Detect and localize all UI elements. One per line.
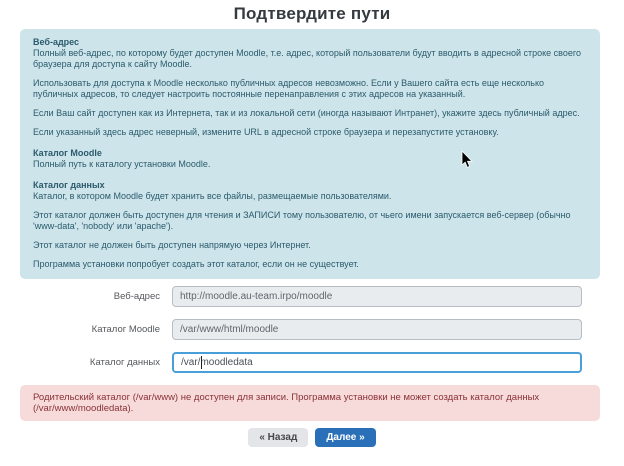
info-heading-moodle-directory: Каталог Moodle bbox=[33, 148, 587, 159]
info-section-moodle-directory: Каталог Moodle Полный путь к каталогу ус… bbox=[33, 148, 587, 170]
info-heading-web-address: Веб-адрес bbox=[33, 37, 587, 48]
mouse-cursor-icon bbox=[461, 151, 473, 169]
web-address-label: Веб-адрес bbox=[20, 291, 160, 302]
web-address-input[interactable] bbox=[172, 286, 582, 307]
error-message: Родительский каталог (/var/www) не досту… bbox=[33, 392, 539, 414]
info-paragraph: Этот каталог должен быть доступен для чт… bbox=[33, 210, 587, 232]
info-heading-data-directory: Каталог данных bbox=[33, 180, 587, 191]
data-directory-input-wrap bbox=[172, 352, 582, 373]
next-button[interactable]: Далее » bbox=[315, 428, 375, 447]
paths-form: Веб-адрес Каталог Moodle Каталог данных bbox=[20, 286, 624, 373]
error-alert: Родительский каталог (/var/www) не досту… bbox=[20, 385, 600, 421]
back-button[interactable]: « Назад bbox=[248, 428, 308, 447]
moodle-install-confirm-paths-page: Подтвердите пути Веб-адрес Полный веб-ад… bbox=[0, 0, 624, 447]
form-row-moodle-directory: Каталог Moodle bbox=[20, 319, 624, 340]
info-paragraph: Этот каталог не должен быть доступен нап… bbox=[33, 240, 587, 251]
text-caret bbox=[201, 356, 202, 369]
page-title: Подтвердите пути bbox=[0, 0, 624, 24]
info-paragraph: Каталог, в котором Moodle будет хранить … bbox=[33, 191, 587, 202]
data-directory-input[interactable] bbox=[172, 352, 582, 373]
info-paragraph: Полный путь к каталогу установки Moodle. bbox=[33, 159, 587, 170]
info-paragraph: Если указанный здесь адрес неверный, изм… bbox=[33, 127, 587, 138]
info-paragraph: Программа установки попробует создать эт… bbox=[33, 259, 587, 270]
paths-info-box: Веб-адрес Полный веб-адрес, по которому … bbox=[20, 29, 600, 279]
form-row-web-address: Веб-адрес bbox=[20, 286, 624, 307]
info-paragraph: Использовать для доступа к Moodle нескол… bbox=[33, 78, 587, 100]
moodle-directory-label: Каталог Moodle bbox=[20, 324, 160, 335]
info-section-data-directory: Каталог данных Каталог, в котором Moodle… bbox=[33, 180, 587, 270]
form-row-data-directory: Каталог данных bbox=[20, 352, 624, 373]
info-section-web-address: Веб-адрес Полный веб-адрес, по которому … bbox=[33, 37, 587, 138]
info-paragraph: Если Ваш сайт доступен как из Интернета,… bbox=[33, 108, 587, 119]
moodle-directory-input[interactable] bbox=[172, 319, 582, 340]
navigation-buttons: « Назад Далее » bbox=[0, 428, 624, 447]
data-directory-label: Каталог данных bbox=[20, 357, 160, 368]
info-paragraph: Полный веб-адрес, по которому будет дост… bbox=[33, 48, 587, 70]
